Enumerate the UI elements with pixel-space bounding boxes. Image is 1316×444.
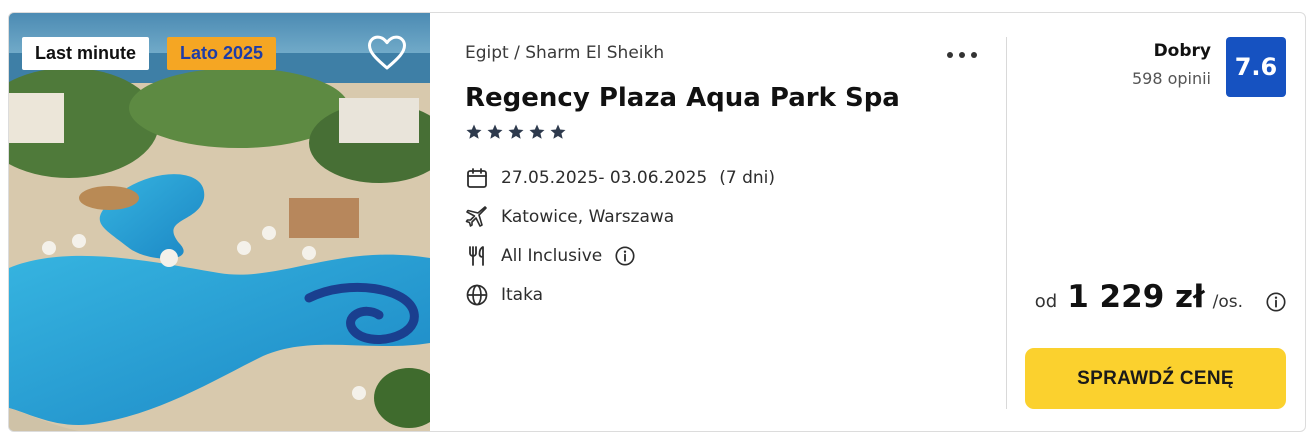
board-row: All Inclusive	[465, 243, 636, 269]
favorite-heart-icon[interactable]	[367, 34, 407, 72]
globe-icon	[466, 284, 488, 306]
operator-row: Itaka	[465, 282, 543, 308]
calendar-icon	[467, 168, 487, 188]
price-per-person: /os.	[1212, 292, 1243, 312]
offer-card[interactable]: Last minute Lato 2025 Egipt / Sharm El S…	[8, 12, 1306, 432]
departure-airports: Katowice, Warszawa	[501, 207, 675, 227]
more-options-icon[interactable]	[945, 43, 979, 65]
review-count[interactable]: 598 opinii	[1132, 69, 1211, 88]
star-icon	[550, 124, 566, 139]
board-type: All Inclusive	[501, 246, 603, 266]
price-info-icon[interactable]	[1265, 291, 1287, 313]
board-info-icon[interactable]	[614, 245, 636, 267]
price-amount: 1 229 zł	[1067, 279, 1205, 315]
column-divider	[1006, 37, 1007, 409]
dates-row: 27.05.2025- 03.06.2025 (7 dni)	[465, 165, 775, 191]
resort-pool-image	[9, 13, 430, 431]
star-icon	[529, 124, 545, 139]
price-prefix: od	[1034, 291, 1058, 312]
check-price-button[interactable]: SPRAWDŹ CENĘ	[1025, 348, 1286, 409]
rating-label: Dobry	[1153, 41, 1211, 61]
departure-row: Katowice, Warszawa	[465, 204, 674, 230]
star-rating	[465, 123, 567, 143]
last-minute-badge: Last minute	[22, 37, 150, 70]
star-icon	[466, 124, 482, 139]
price: od 1 229 zł /os.	[1035, 279, 1243, 315]
trip-duration: (7 dni)	[719, 168, 775, 188]
tour-operator: Itaka	[501, 285, 544, 305]
star-icon	[508, 124, 524, 139]
travel-dates: 27.05.2025- 03.06.2025	[501, 168, 708, 188]
hotel-location: Egipt / Sharm El Sheikh	[465, 43, 665, 63]
hotel-name[interactable]: Regency Plaza Aqua Park Spa	[465, 83, 900, 113]
rating-score-badge: 7.6	[1226, 37, 1286, 97]
hotel-photo[interactable]: Last minute Lato 2025	[9, 13, 430, 431]
star-icon	[487, 124, 503, 139]
plane-icon	[465, 206, 487, 227]
cutlery-icon	[469, 246, 484, 266]
season-badge: Lato 2025	[167, 37, 277, 70]
